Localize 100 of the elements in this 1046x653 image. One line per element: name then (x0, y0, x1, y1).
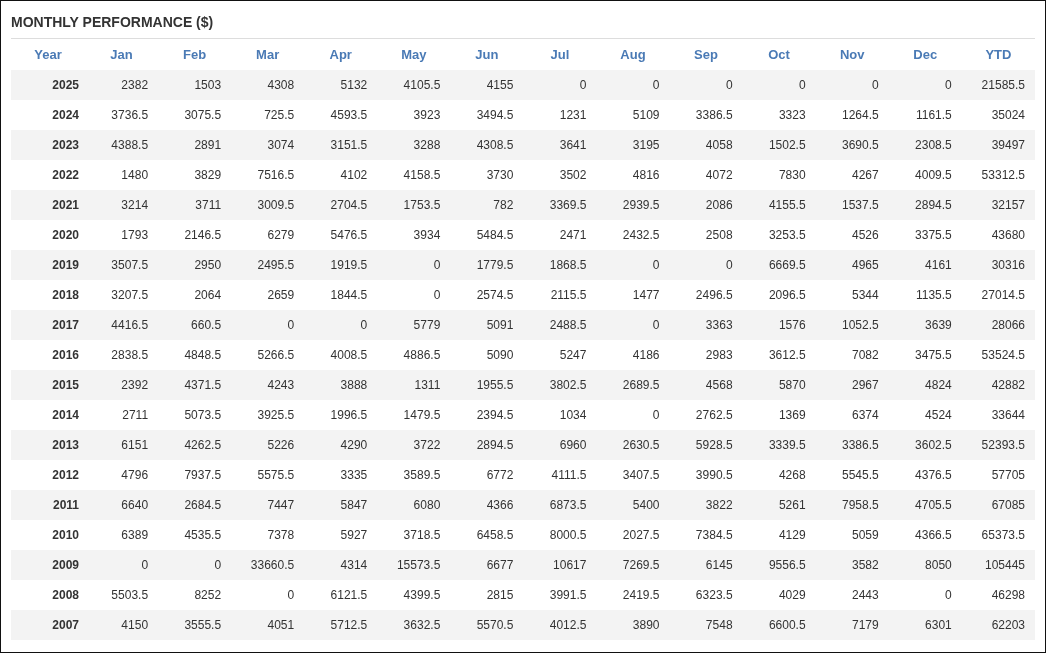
table-cell: 3923 (413, 108, 441, 122)
table-cell: 6080 (413, 498, 441, 512)
table-cell: 1477 (632, 288, 660, 302)
table-cell: 2086 (705, 198, 733, 212)
year-cell: 2024 (52, 108, 79, 122)
table-cell: 5091 (486, 318, 514, 332)
year-cell: 2013 (52, 438, 79, 452)
table-cell: 2308.5 (915, 138, 952, 152)
table-cell: 9556.5 (768, 558, 806, 572)
table-cell: 4268 (778, 468, 806, 482)
table-cell: 4568 (705, 378, 733, 392)
table-cell: 1537.5 (842, 198, 879, 212)
table-cell: 0 (287, 318, 295, 332)
table-cell: 5109 (632, 108, 660, 122)
table-cell: 6301 (925, 618, 952, 632)
table-cell: 0 (360, 318, 368, 332)
table-cell: 0 (141, 558, 149, 572)
table-cell: 2508 (705, 228, 733, 242)
table-cell: 27014.5 (981, 288, 1025, 302)
table-cell: 660.5 (191, 318, 222, 332)
table-cell: 4535.5 (184, 528, 222, 542)
table-cell: 3075.5 (184, 108, 222, 122)
table-cell: 2488.5 (549, 318, 587, 332)
table-cell: 3612.5 (768, 348, 806, 362)
table-cell: 3151.5 (330, 138, 368, 152)
table-cell: 0 (652, 318, 660, 332)
table-cell: 3582 (852, 558, 879, 572)
table-cell: 2382 (121, 78, 149, 92)
table-cell: 1311 (414, 378, 441, 392)
year-cell: 2018 (52, 288, 79, 302)
table-cell: 3730 (486, 168, 514, 182)
table-cell: 1231 (559, 108, 587, 122)
table-cell: 4824 (925, 378, 952, 392)
table-cell: 3632.5 (403, 618, 441, 632)
table-cell: 2574.5 (476, 288, 514, 302)
column-header: Aug (620, 47, 646, 62)
table-cell: 1844.5 (330, 288, 368, 302)
table-cell: 6279 (267, 228, 295, 242)
table-cell: 42882 (991, 378, 1025, 392)
table-cell: 4186 (632, 348, 660, 362)
table-cell: 4886.5 (403, 348, 441, 362)
table-cell: 5226 (267, 438, 295, 452)
table-cell: 5344 (852, 288, 879, 302)
table-cell: 4129 (778, 528, 806, 542)
table-cell: 2967 (852, 378, 879, 392)
table-cell: 2891 (194, 138, 222, 152)
table-cell: 2704.5 (330, 198, 368, 212)
table-cell: 1503 (194, 78, 222, 92)
table-cell: 4388.5 (111, 138, 149, 152)
table-cell: 0 (945, 78, 952, 92)
table-cell: 35024 (991, 108, 1025, 122)
table-cell: 3009.5 (257, 198, 295, 212)
table-cell: 7830 (778, 168, 806, 182)
table-cell: 3829 (194, 168, 222, 182)
table-cell: 3323 (778, 108, 806, 122)
table-cell: 2894.5 (915, 198, 952, 212)
table-cell: 3339.5 (768, 438, 806, 452)
column-header: Feb (183, 47, 207, 62)
table-cell: 2394.5 (476, 408, 514, 422)
table-cell: 4965 (852, 258, 879, 272)
table-cell: 3386.5 (695, 108, 733, 122)
table-cell: 0 (652, 408, 660, 422)
table-cell: 7548 (705, 618, 733, 632)
table-cell: 3690.5 (842, 138, 879, 152)
table-cell: 8000.5 (549, 528, 587, 542)
table-cell: 1919.5 (330, 258, 368, 272)
table-cell: 0 (579, 78, 587, 92)
table-cell: 5928.5 (695, 438, 733, 452)
table-cell: 6600.5 (768, 618, 806, 632)
table-cell: 4848.5 (184, 348, 222, 362)
year-cell: 2023 (52, 138, 79, 152)
table-cell: 7516.5 (257, 168, 295, 182)
table-cell: 3639 (925, 318, 952, 332)
table-cell: 1779.5 (476, 258, 514, 272)
table-cell: 46298 (991, 588, 1025, 602)
table-cell: 2711 (122, 408, 149, 422)
column-header: YTD (985, 47, 1012, 62)
table-cell: 4416.5 (111, 318, 149, 332)
table-cell: 4796 (121, 468, 149, 482)
table-cell: 4058 (705, 138, 733, 152)
table-cell: 5400 (632, 498, 660, 512)
table-cell: 4308.5 (476, 138, 514, 152)
table-cell: 0 (725, 258, 733, 272)
year-cell: 2022 (52, 168, 79, 182)
table-cell: 4012.5 (549, 618, 587, 632)
table-cell: 2115.5 (550, 288, 587, 302)
table-cell: 67085 (991, 498, 1025, 512)
year-cell: 2011 (52, 498, 79, 512)
table-cell: 3207.5 (111, 288, 149, 302)
table-cell: 39497 (991, 138, 1025, 152)
table-cell: 33644 (991, 408, 1025, 422)
table-cell: 2432.5 (622, 228, 660, 242)
table-cell: 6677 (486, 558, 514, 572)
table-cell: 1502.5 (768, 138, 806, 152)
table-cell: 4399.5 (403, 588, 441, 602)
table-cell: 5059 (852, 528, 879, 542)
table-cell: 3363 (705, 318, 733, 332)
table-cell: 2096.5 (768, 288, 806, 302)
column-header: Jan (110, 47, 133, 62)
table-cell: 30316 (991, 258, 1025, 272)
